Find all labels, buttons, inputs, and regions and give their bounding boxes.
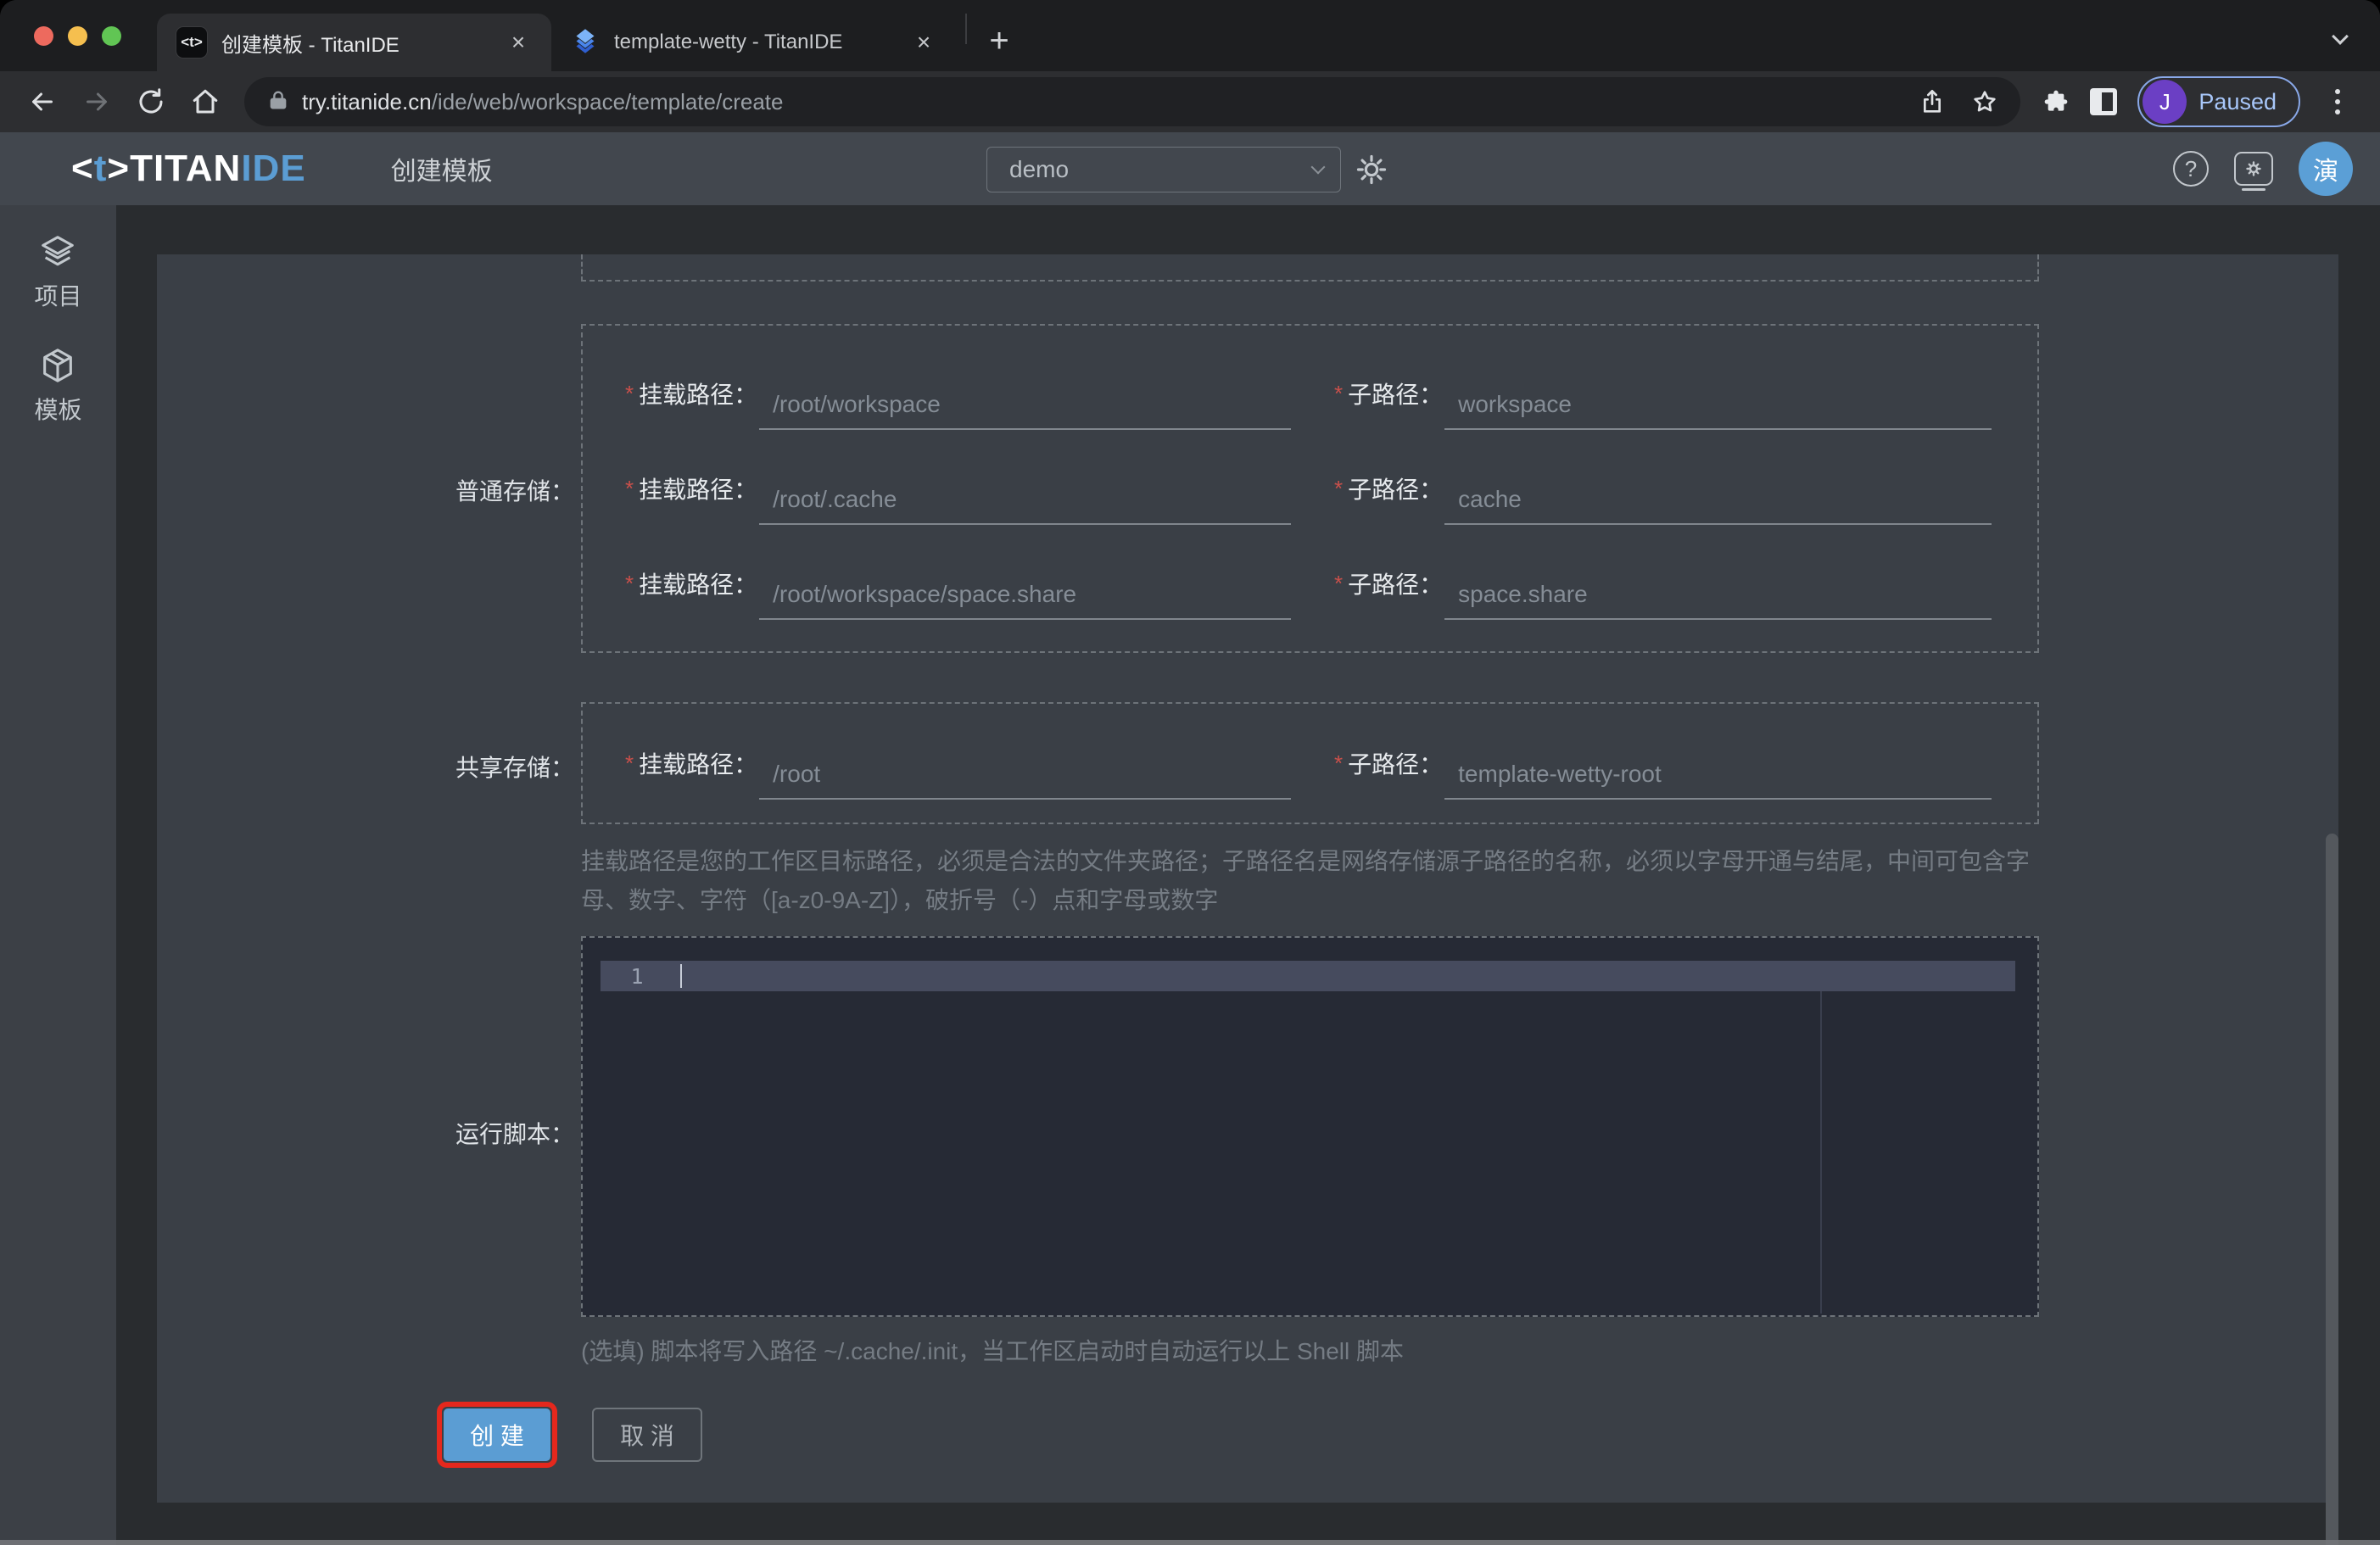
main-area: 项目 模板 普通存储： * 挂载路径： /root/workspace * 子路… bbox=[0, 205, 2380, 1545]
script-help-text: (选填) 脚本将写入路径 ~/.cache/.init，当工作区启动时自动运行以… bbox=[581, 1338, 1405, 1364]
profile-status: Paused bbox=[2198, 88, 2277, 114]
page-title: 创建模板 bbox=[390, 158, 493, 186]
sidebar-item-label: 项目 bbox=[34, 283, 82, 310]
storage-row: * 挂载路径： /root/workspace * 子路径： workspace bbox=[583, 346, 2037, 441]
share-icon[interactable] bbox=[1912, 81, 1953, 122]
tab-title: template-wetty - TitanIDE bbox=[614, 31, 843, 53]
create-template-form: 普通存储： * 挂载路径： /root/workspace * 子路径： works… bbox=[157, 254, 2338, 1503]
extensions-puzzle-icon[interactable] bbox=[2036, 81, 2076, 122]
sidebar-item-label: 模板 bbox=[34, 397, 82, 423]
help-icon[interactable]: ? bbox=[2173, 151, 2209, 187]
mount-path-input[interactable]: /root/.cache bbox=[759, 476, 1291, 525]
sub-path-input[interactable]: workspace bbox=[1444, 381, 1992, 430]
mount-path-label: * 挂载路径： bbox=[625, 476, 758, 503]
close-tab-icon[interactable]: × bbox=[504, 28, 533, 57]
normal-storage-label: 普通存储： bbox=[455, 478, 574, 505]
browser-toolbar: try.titanide.cn/ide/web/workspace/templa… bbox=[0, 71, 2380, 132]
reload-button[interactable] bbox=[127, 78, 175, 125]
macos-traffic-lights bbox=[34, 26, 121, 46]
titanide-tab-icon: <t> bbox=[176, 26, 208, 59]
workspace-select-value: demo bbox=[1009, 156, 1070, 182]
storage-row: * 挂载路径： /root/.cache * 子路径： cache bbox=[583, 441, 2037, 536]
editor-caret bbox=[680, 964, 682, 988]
url-path: /ide/web/workspace/template/create bbox=[431, 88, 784, 114]
close-window-button[interactable] bbox=[34, 26, 53, 46]
browser-menu-kebab-icon[interactable] bbox=[2314, 78, 2361, 125]
back-button[interactable] bbox=[19, 78, 66, 125]
sub-path-input[interactable]: cache bbox=[1444, 476, 1992, 525]
tab-title: 创建模板 - TitanIDE bbox=[221, 33, 399, 57]
sub-path-label: * 子路径： bbox=[1334, 476, 1444, 503]
cube-icon bbox=[43, 349, 73, 382]
user-avatar[interactable]: 演 bbox=[2299, 142, 2353, 196]
script-code-editor[interactable]: 1 bbox=[581, 936, 2039, 1317]
sub-path-input[interactable]: template-wetty-root bbox=[1444, 750, 1992, 800]
tab-search-chevron-icon[interactable] bbox=[2332, 28, 2349, 46]
titanide-gem-icon bbox=[576, 29, 595, 53]
zoom-window-button[interactable] bbox=[102, 26, 121, 46]
mount-path-label: * 挂载路径： bbox=[625, 381, 758, 408]
create-button-annotation: 创 建 bbox=[437, 1402, 557, 1468]
sub-path-label: * 子路径： bbox=[1334, 381, 1444, 408]
forward-button[interactable] bbox=[73, 78, 120, 125]
minimize-window-button[interactable] bbox=[68, 26, 87, 46]
home-button[interactable] bbox=[182, 78, 229, 125]
mount-path-input[interactable]: /root bbox=[759, 750, 1291, 800]
cancel-button[interactable]: 取 消 bbox=[592, 1408, 702, 1462]
browser-tab-strip: <t> 创建模板 - TitanIDE × template-wetty - T… bbox=[0, 0, 2380, 71]
storage-row: * 挂载路径： /root * 子路径： template-wetty-root bbox=[583, 708, 2037, 818]
mount-path-input[interactable]: /root/workspace/space.share bbox=[759, 571, 1291, 620]
tab-create-template[interactable]: <t> 创建模板 - TitanIDE × bbox=[157, 14, 551, 71]
settings-gear-icon[interactable] bbox=[1355, 153, 1388, 190]
tab-template-wetty[interactable]: template-wetty - TitanIDE × bbox=[551, 14, 957, 71]
shared-storage-label: 共享存储： bbox=[455, 755, 574, 781]
mount-path-label: * 挂载路径： bbox=[625, 571, 758, 598]
profile-avatar: J bbox=[2143, 80, 2187, 124]
bookmark-star-icon[interactable] bbox=[1964, 81, 2005, 122]
url-domain: try.titanide.cn bbox=[302, 88, 432, 114]
chevron-down-icon bbox=[1310, 159, 1326, 175]
line-number: 1 bbox=[630, 963, 644, 989]
editor-active-line: 1 bbox=[601, 961, 2015, 991]
sub-path-input[interactable]: space.share bbox=[1444, 571, 1992, 620]
sidebar: 项目 模板 bbox=[0, 205, 116, 1545]
address-bar[interactable]: try.titanide.cn/ide/web/workspace/templa… bbox=[244, 77, 2021, 126]
titanide-logo: <t>TITANIDE bbox=[71, 148, 306, 189]
sidebar-item-projects[interactable]: 项目 bbox=[34, 232, 82, 312]
run-script-label: 运行脚本： bbox=[455, 1121, 574, 1147]
url-text: try.titanide.cn/ide/web/workspace/templa… bbox=[302, 89, 1900, 115]
editor-ruler bbox=[1820, 991, 1822, 1314]
shared-storage-group: * 挂载路径： /root * 子路径： template-wetty-root bbox=[581, 702, 2039, 824]
new-tab-button[interactable]: + bbox=[975, 17, 1023, 64]
path-help-text: 挂载路径是您的工作区目标路径，必须是合法的文件夹路径；子路径名是网络存储源子路径… bbox=[581, 848, 2031, 913]
create-button[interactable]: 创 建 bbox=[444, 1408, 550, 1461]
normal-storage-group: * 挂载路径： /root/workspace * 子路径： workspace *… bbox=[581, 324, 2039, 653]
storage-group-partial bbox=[581, 254, 2039, 282]
close-tab-icon[interactable]: × bbox=[909, 28, 938, 57]
side-panel-icon[interactable] bbox=[2083, 81, 2124, 122]
workspace-select[interactable]: demo bbox=[986, 147, 1341, 192]
lock-icon bbox=[266, 88, 290, 116]
layers-icon bbox=[42, 236, 75, 266]
tab-separator bbox=[965, 14, 967, 44]
sub-path-label: * 子路径： bbox=[1334, 750, 1444, 778]
sidebar-item-templates[interactable]: 模板 bbox=[34, 346, 82, 426]
sub-path-label: * 子路径： bbox=[1334, 571, 1444, 598]
app-header-right: ? 演 bbox=[2173, 132, 2353, 205]
browser-profile-button[interactable]: J Paused bbox=[2137, 76, 2300, 127]
storage-row: * 挂载路径： /root/workspace/space.share * 子路径：… bbox=[583, 536, 2037, 631]
mount-path-label: * 挂载路径： bbox=[625, 750, 758, 778]
browser-window: <t> 创建模板 - TitanIDE × template-wetty - T… bbox=[0, 0, 2380, 1545]
scrollbar-thumb[interactable] bbox=[2326, 834, 2338, 1545]
mount-path-input[interactable]: /root/workspace bbox=[759, 381, 1291, 430]
system-settings-icon[interactable] bbox=[2234, 152, 2273, 191]
app-header: <t>TITANIDE 创建模板 demo ? 演 bbox=[0, 132, 2380, 205]
bottom-edge-strip bbox=[0, 1540, 2380, 1545]
content-area: 普通存储： * 挂载路径： /root/workspace * 子路径： works… bbox=[116, 205, 2380, 1545]
